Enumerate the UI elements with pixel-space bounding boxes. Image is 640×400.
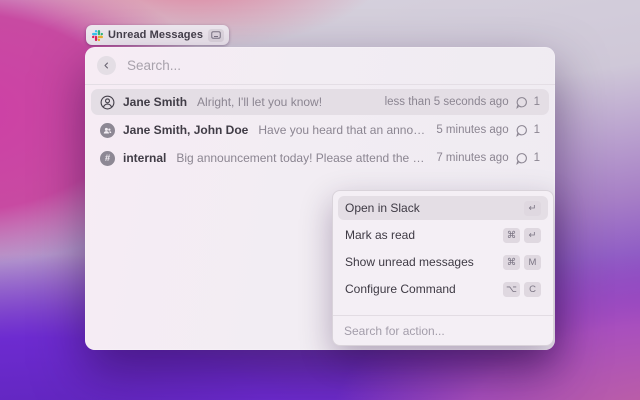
m-key: M (524, 255, 541, 270)
message-preview: Alright, I'll let you know! (197, 95, 377, 109)
speech-bubble-icon (515, 124, 528, 137)
message-time: 5 minutes ago (436, 124, 508, 136)
action-menu: Open in Slack ↵ Mark as read ⌘ ↵ Show un… (332, 190, 554, 346)
channel-hash-icon: # (100, 151, 115, 166)
command-key-icon: ⌘ (503, 255, 520, 270)
return-key-icon: ↵ (524, 201, 541, 216)
chevron-left-icon (102, 61, 111, 70)
c-key: C (524, 282, 541, 297)
action-search-input[interactable]: Search for action... (333, 315, 553, 345)
unread-count: 1 (534, 96, 540, 108)
action-label: Configure Command (345, 282, 456, 296)
action-configure-command[interactable]: Configure Command ⌥ C (338, 277, 548, 301)
backspace-key-icon (208, 29, 224, 42)
action-open-in-slack[interactable]: Open in Slack ↵ (338, 196, 548, 220)
message-list: Jane Smith Alright, I'll let you know! l… (85, 85, 555, 177)
action-label: Mark as read (345, 228, 415, 242)
slack-logo-icon (92, 30, 103, 41)
unread-count: 1 (534, 152, 540, 164)
search-bar: Search... (85, 47, 555, 84)
person-circle-icon (100, 95, 115, 110)
speech-bubble-icon (515, 96, 528, 109)
message-row-internal-channel[interactable]: # internal Big announcement today! Pleas… (91, 145, 549, 171)
message-time: less than 5 seconds ago (385, 96, 509, 108)
action-menu-items: Open in Slack ↵ Mark as read ⌘ ↵ Show un… (333, 191, 553, 309)
action-label: Open in Slack (345, 201, 420, 215)
message-time: 7 minutes ago (436, 152, 508, 164)
message-row-jane-smith[interactable]: Jane Smith Alright, I'll let you know! l… (91, 89, 549, 115)
action-label: Show unread messages (345, 255, 474, 269)
unread-count: 1 (534, 124, 540, 136)
back-button[interactable] (97, 56, 116, 75)
message-preview: Have you heard that an announcement is c… (258, 123, 428, 137)
people-circle-icon (100, 123, 115, 138)
action-mark-as-read[interactable]: Mark as read ⌘ ↵ (338, 223, 548, 247)
message-row-jane-smith-john-doe[interactable]: Jane Smith, John Doe Have you heard that… (91, 117, 549, 143)
command-tag-unread-messages[interactable]: Unread Messages (86, 25, 229, 45)
action-show-unread-messages[interactable]: Show unread messages ⌘ M (338, 250, 548, 274)
message-sender: internal (123, 151, 166, 165)
message-preview: Big announcement today! Please attend th… (176, 151, 428, 165)
option-key-icon: ⌥ (503, 282, 520, 297)
message-sender: Jane Smith, John Doe (123, 123, 248, 137)
return-key-icon: ↵ (524, 228, 541, 243)
search-input[interactable]: Search... (127, 58, 181, 73)
speech-bubble-icon (515, 152, 528, 165)
command-tag-label: Unread Messages (108, 29, 203, 41)
message-sender: Jane Smith (123, 95, 187, 109)
command-key-icon: ⌘ (503, 228, 520, 243)
